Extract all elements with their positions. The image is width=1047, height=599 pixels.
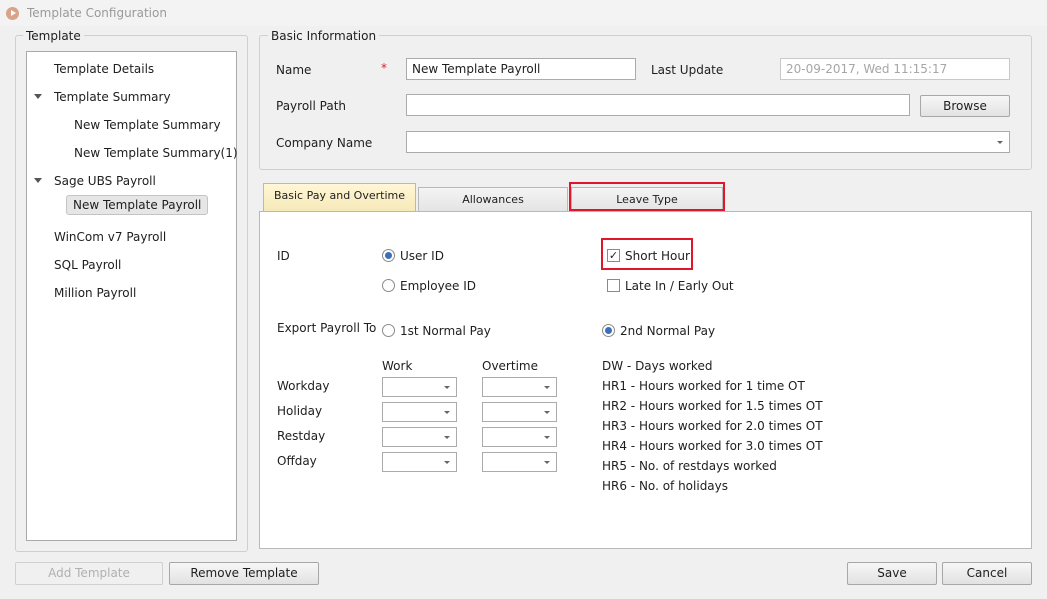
payroll-path-label: Payroll Path <box>276 99 347 113</box>
tree-item-sage-ubs-payroll[interactable]: Sage UBS Payroll <box>54 174 156 188</box>
offday-label: Offday <box>277 454 317 468</box>
tab-basic-pay-and-overtime[interactable]: Basic Pay and Overtime <box>263 183 416 211</box>
holiday-label: Holiday <box>277 404 323 418</box>
chevron-down-icon <box>444 386 450 389</box>
template-tree[interactable]: Template Details Template Summary New Te… <box>26 51 238 541</box>
company-name-label: Company Name <box>276 136 373 150</box>
export-payroll-label: Export Payroll To <box>277 321 377 335</box>
legend-hr6: HR6 - No. of holidays <box>602 479 729 493</box>
save-button[interactable]: Save <box>847 562 937 585</box>
legend-dw: DW - Days worked <box>602 359 713 373</box>
add-template-button[interactable]: Add Template <box>15 562 163 585</box>
chevron-down-icon <box>997 141 1003 144</box>
tree-item-new-template-summary-1[interactable]: New Template Summary(1) <box>74 146 238 160</box>
tree-item-sql-payroll[interactable]: SQL Payroll <box>54 258 121 272</box>
tab-allowances[interactable]: Allowances <box>418 187 568 211</box>
company-name-combo[interactable] <box>406 131 1010 153</box>
legend-hr1: HR1 - Hours worked for 1 time OT <box>602 379 805 393</box>
window-title: Template Configuration <box>27 6 167 20</box>
late-in-early-out-checkbox[interactable] <box>607 279 620 292</box>
leave-type-highlight <box>569 182 725 211</box>
work-header: Work <box>382 359 413 373</box>
offday-overtime-combo[interactable] <box>482 452 557 472</box>
restday-work-combo[interactable] <box>382 427 457 447</box>
required-mark: * <box>381 61 387 75</box>
basic-info-legend: Basic Information <box>268 29 380 43</box>
workday-work-combo[interactable] <box>382 377 457 397</box>
id-label: ID <box>277 249 290 263</box>
user-id-label[interactable]: User ID <box>400 249 444 263</box>
payroll-path-input[interactable] <box>406 94 910 116</box>
browse-button[interactable]: Browse <box>920 95 1010 117</box>
tree-item-template-details[interactable]: Template Details <box>54 62 154 76</box>
restday-label: Restday <box>277 429 326 443</box>
tree-item-wincom-v7-payroll[interactable]: WinCom v7 Payroll <box>54 230 166 244</box>
first-normal-pay-label[interactable]: 1st Normal Pay <box>400 324 491 338</box>
chevron-down-icon <box>544 436 550 439</box>
chevron-down-icon <box>444 436 450 439</box>
second-normal-pay-radio[interactable] <box>602 324 615 337</box>
last-update-field: 20-09-2017, Wed 11:15:17 <box>780 58 1010 80</box>
tree-item-million-payroll[interactable]: Million Payroll <box>54 286 136 300</box>
legend-hr5: HR5 - No. of restdays worked <box>602 459 777 473</box>
workday-label: Workday <box>277 379 330 393</box>
app-icon <box>6 7 19 20</box>
second-normal-pay-label[interactable]: 2nd Normal Pay <box>620 324 715 338</box>
chevron-down-icon <box>544 386 550 389</box>
restday-overtime-combo[interactable] <box>482 427 557 447</box>
employee-id-radio[interactable] <box>382 279 395 292</box>
chevron-down-icon <box>444 411 450 414</box>
holiday-work-combo[interactable] <box>382 402 457 422</box>
expand-triangle-icon[interactable] <box>34 178 42 183</box>
chevron-down-icon <box>544 461 550 464</box>
late-in-early-out-label[interactable]: Late In / Early Out <box>625 279 734 293</box>
user-id-radio[interactable] <box>382 249 395 262</box>
template-group-legend: Template <box>23 29 84 43</box>
offday-work-combo[interactable] <box>382 452 457 472</box>
name-input[interactable]: New Template Payroll <box>406 58 636 80</box>
employee-id-label[interactable]: Employee ID <box>400 279 476 293</box>
tree-item-template-summary[interactable]: Template Summary <box>54 90 171 104</box>
workday-overtime-combo[interactable] <box>482 377 557 397</box>
last-update-label: Last Update <box>651 63 724 77</box>
legend-hr3: HR3 - Hours worked for 2.0 times OT <box>602 419 823 433</box>
chevron-down-icon <box>444 461 450 464</box>
tree-item-new-template-payroll[interactable]: New Template Payroll <box>66 195 209 215</box>
chevron-down-icon <box>544 411 550 414</box>
cancel-button[interactable]: Cancel <box>942 562 1032 585</box>
legend-hr4: HR4 - Hours worked for 3.0 times OT <box>602 439 823 453</box>
expand-triangle-icon[interactable] <box>34 94 42 99</box>
holiday-overtime-combo[interactable] <box>482 402 557 422</box>
tree-item-new-template-summary[interactable]: New Template Summary <box>74 118 221 132</box>
legend-hr2: HR2 - Hours worked for 1.5 times OT <box>602 399 823 413</box>
name-label: Name <box>276 63 312 77</box>
first-normal-pay-radio[interactable] <box>382 324 395 337</box>
overtime-header: Overtime <box>482 359 538 373</box>
short-hour-highlight <box>601 238 693 270</box>
remove-template-button[interactable]: Remove Template <box>169 562 319 585</box>
